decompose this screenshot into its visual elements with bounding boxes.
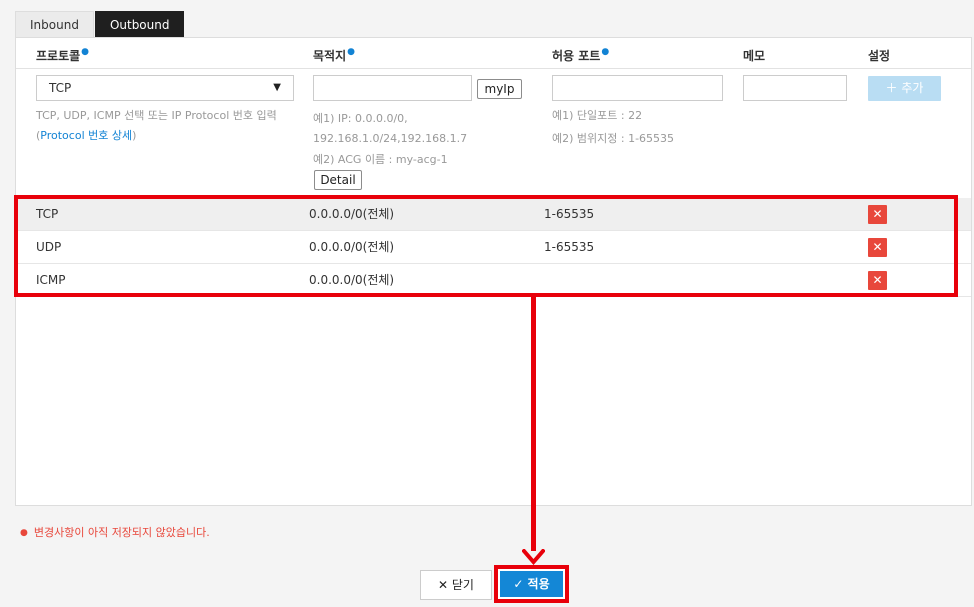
destination-help-acg: 예2) ACG 이름 : my-acg-1 <box>313 153 448 166</box>
row-port: 1-65535 <box>544 240 595 254</box>
row-protocol: TCP <box>36 207 59 221</box>
rules-panel: 프로토콜● 목적지● 허용 포트● 메모 설정 TCP ▼ TCP, UDP, … <box>15 37 972 506</box>
annotation-arrow-line <box>531 297 536 551</box>
tab-inbound[interactable]: Inbound <box>15 11 94 37</box>
row-protocol: ICMP <box>36 273 66 287</box>
protocol-detail-link[interactable]: Protocol 번호 상세 <box>40 129 132 142</box>
unsaved-warning: ● 변경사항이 아직 저장되지 않았습니다. <box>20 526 210 539</box>
table-row: UDP 0.0.0.0/0(전체) 1-65535 ✕ <box>16 231 971 264</box>
caret-down-icon: ▼ <box>273 82 281 93</box>
port-input[interactable] <box>552 75 723 101</box>
bullet-icon: ● <box>20 528 28 538</box>
rule-tabs: Inbound Outbound <box>15 11 185 37</box>
add-rule-button[interactable]: ＋ 추가 <box>868 76 941 101</box>
arrow-down-icon <box>522 549 545 565</box>
protocol-select[interactable]: TCP ▼ <box>36 75 294 101</box>
protocol-help: TCP, UDP, ICMP 선택 또는 IP Protocol 번호 입력 (… <box>36 109 277 142</box>
header-memo: 메모 <box>743 49 766 63</box>
row-destination: 0.0.0.0/0(전체) <box>309 240 395 254</box>
row-protocol: UDP <box>36 240 62 254</box>
port-help: 예1) 단일포트 : 22 예2) 범위지정 : 1-65535 <box>552 109 675 145</box>
header-destination: 목적지● <box>313 47 355 63</box>
header-port: 허용 포트● <box>552 47 610 63</box>
required-mark: ● <box>601 47 610 57</box>
apply-button[interactable]: ✓ 적용 <box>500 571 563 597</box>
memo-input[interactable] <box>743 75 847 101</box>
destination-help: 예1) IP: 0.0.0.0/0, 192.168.1.0/24,192.16… <box>313 112 468 145</box>
header-protocol: 프로토콜● <box>36 47 90 63</box>
destination-input[interactable] <box>313 75 472 101</box>
required-mark: ● <box>347 47 355 57</box>
header-divider <box>16 68 971 69</box>
table-row: TCP 0.0.0.0/0(전체) 1-65535 ✕ <box>16 198 971 231</box>
rule-list: TCP 0.0.0.0/0(전체) 1-65535 ✕ UDP 0.0.0.0/… <box>16 198 971 297</box>
myip-button[interactable]: myIp <box>477 79 522 99</box>
delete-icon[interactable]: ✕ <box>868 205 887 224</box>
detail-button[interactable]: Detail <box>314 170 362 190</box>
row-destination: 0.0.0.0/0(전체) <box>309 207 395 221</box>
delete-icon[interactable]: ✕ <box>868 271 887 290</box>
row-destination: 0.0.0.0/0(전체) <box>309 273 395 287</box>
delete-icon[interactable]: ✕ <box>868 238 887 257</box>
tab-outbound[interactable]: Outbound <box>94 11 185 37</box>
table-row: ICMP 0.0.0.0/0(전체) ✕ <box>16 264 971 297</box>
close-button[interactable]: ✕ 닫기 <box>420 570 492 600</box>
protocol-select-value: TCP <box>49 81 72 95</box>
row-port: 1-65535 <box>544 207 595 221</box>
header-settings: 설정 <box>868 49 891 63</box>
required-mark: ● <box>81 47 90 57</box>
